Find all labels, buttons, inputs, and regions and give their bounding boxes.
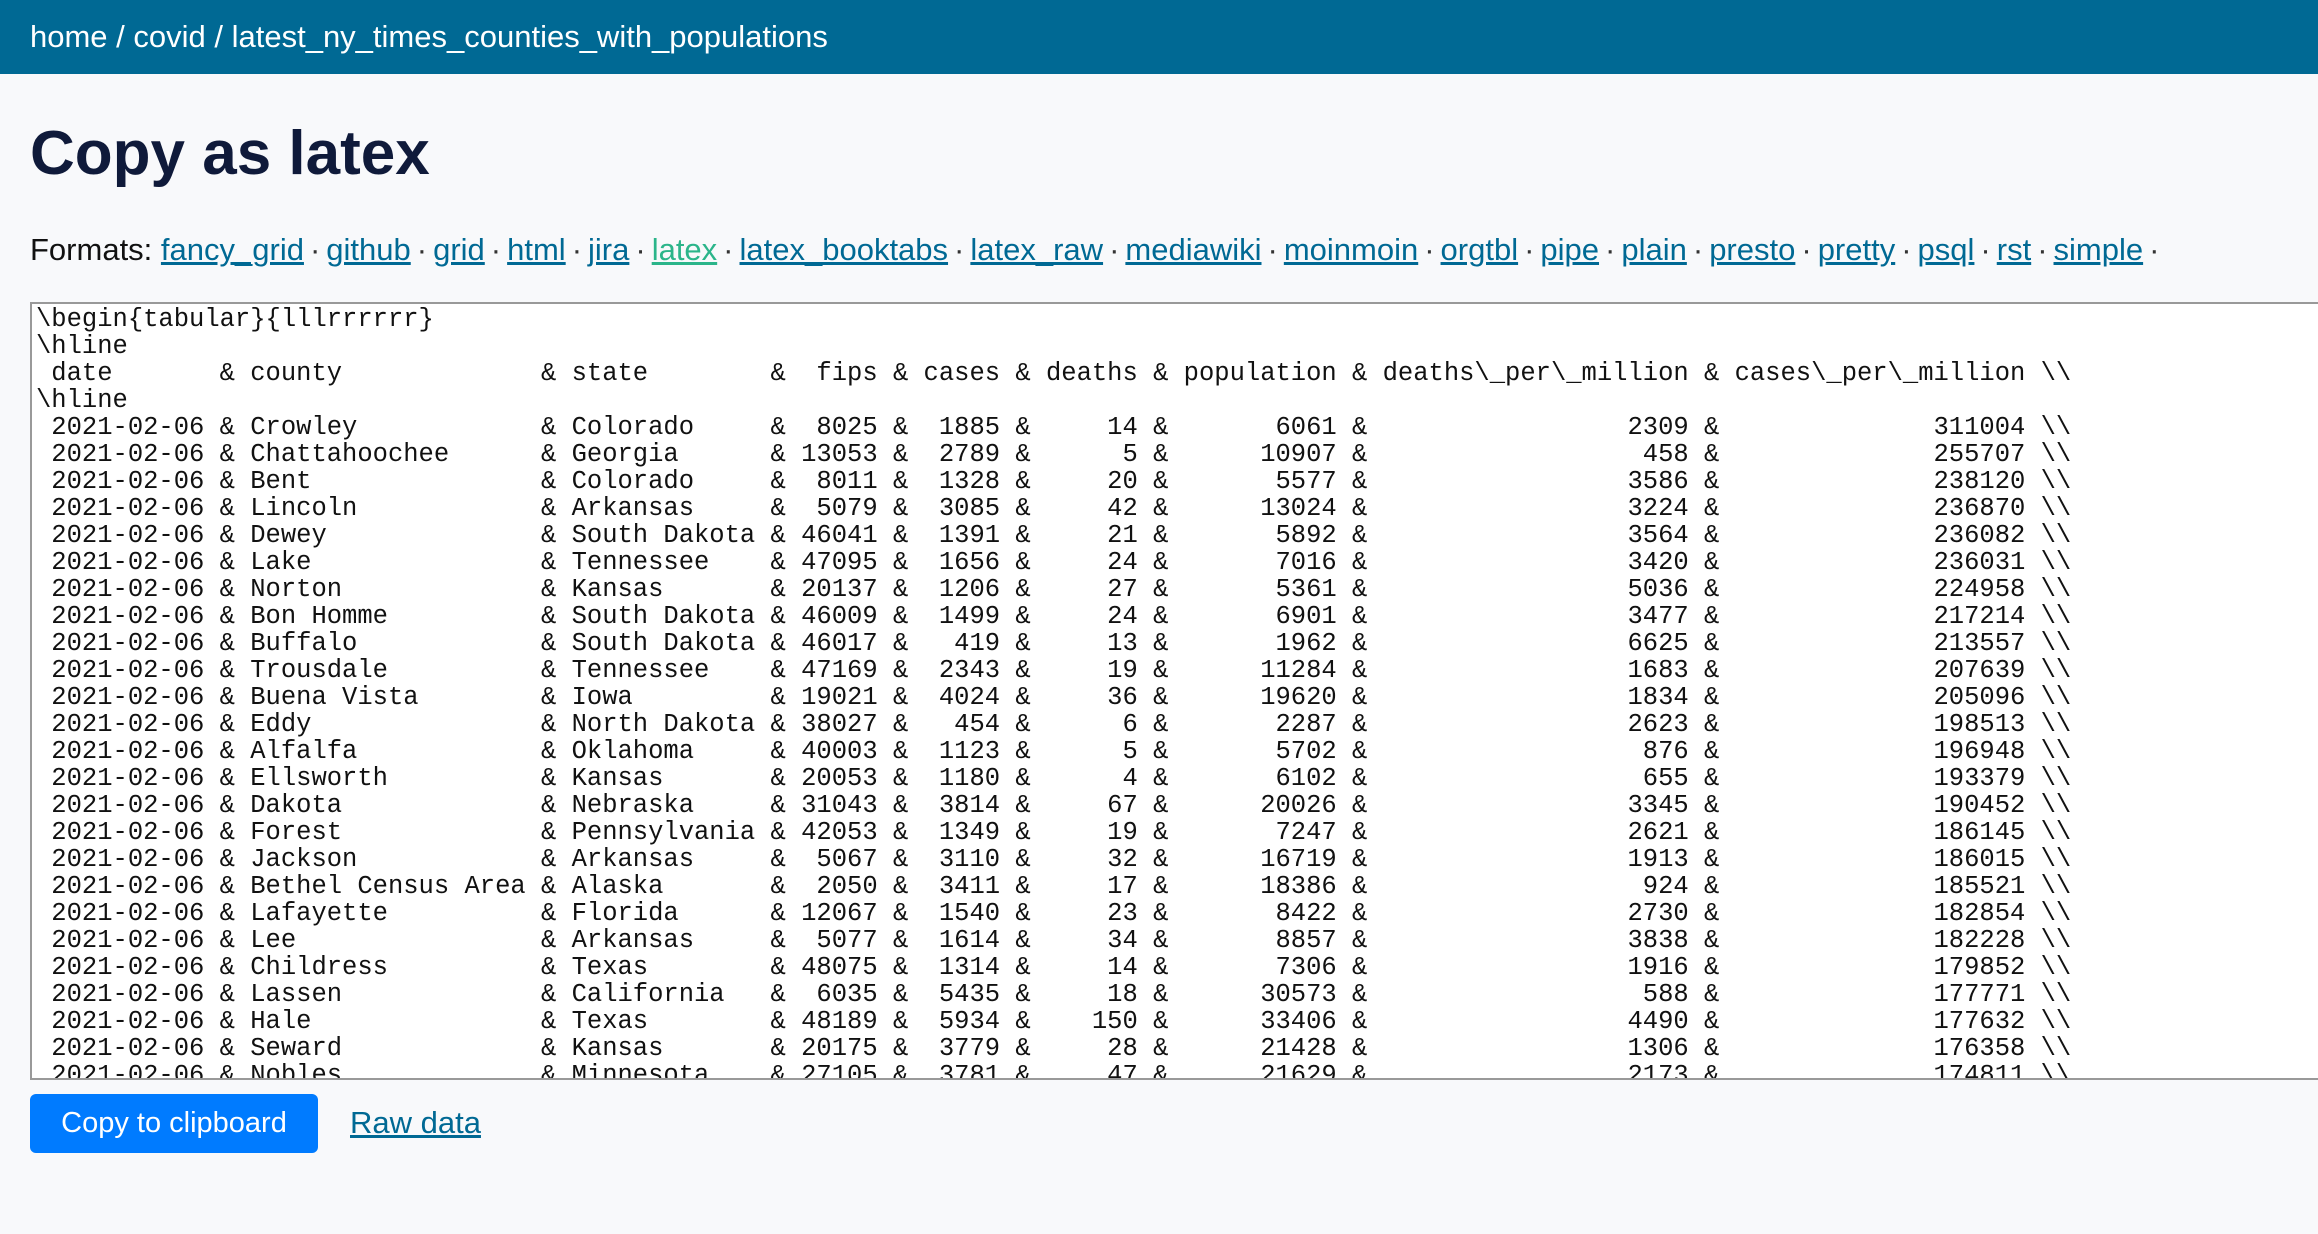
format-link-moinmoin[interactable]: moinmoin	[1284, 232, 1418, 267]
format-link-jira[interactable]: jira	[588, 232, 629, 267]
latex-data-row: 2021-02-06 & Buena Vista & Iowa & 19021 …	[36, 683, 2072, 712]
breadcrumb-separator: /	[107, 19, 134, 54]
breadcrumb: home / covid / latest_ny_times_counties_…	[30, 19, 828, 55]
format-separator: ·	[2149, 232, 2160, 267]
latex-data-row: 2021-02-06 & Alfalfa & Oklahoma & 40003 …	[36, 737, 2072, 766]
format-link-rst[interactable]: rst	[1997, 232, 2031, 267]
latex-data-row: 2021-02-06 & Bethel Census Area & Alaska…	[36, 872, 2072, 901]
format-separator: ·	[1424, 232, 1435, 267]
format-separator: ·	[490, 232, 502, 267]
copy-to-clipboard-button[interactable]: Copy to clipboard	[30, 1094, 318, 1153]
format-separator: ·	[1109, 232, 1120, 267]
latex-data-row: 2021-02-06 & Chattahoochee & Georgia & 1…	[36, 440, 2072, 469]
format-separator: ·	[309, 232, 321, 267]
format-link-plain[interactable]: plain	[1621, 232, 1687, 267]
format-separator: ·	[1267, 232, 1278, 267]
format-separator: ·	[1605, 232, 1616, 267]
latex-data-row: 2021-02-06 & Nobles & Minnesota & 27105 …	[36, 1061, 2072, 1080]
latex-data-row: 2021-02-06 & Bon Homme & South Dakota & …	[36, 602, 2072, 631]
format-separator: ·	[416, 232, 428, 267]
format-separator: ·	[1801, 232, 1812, 267]
latex-data-row: 2021-02-06 & Seward & Kansas & 20175 & 3…	[36, 1034, 2072, 1063]
page-title: Copy as latex	[30, 119, 430, 188]
format-link-orgtbl[interactable]: orgtbl	[1441, 232, 1519, 267]
latex-data-row: 2021-02-06 & Buffalo & South Dakota & 46…	[36, 629, 2072, 658]
breadcrumb-covid[interactable]: covid	[133, 19, 205, 54]
format-separator: ·	[1980, 232, 1991, 267]
breadcrumb-home[interactable]: home	[30, 19, 108, 54]
top-bar: home / covid / latest_ny_times_counties_…	[0, 0, 2318, 74]
formats-label: Formats:	[30, 232, 153, 267]
format-link-github[interactable]: github	[326, 232, 410, 267]
latex-hline: \hline	[36, 386, 128, 415]
format-link-latex-raw[interactable]: latex_raw	[970, 232, 1103, 267]
format-separator: ·	[1524, 232, 1535, 267]
format-link-html[interactable]: html	[507, 232, 566, 267]
latex-data-row: 2021-02-06 & Jackson & Arkansas & 5067 &…	[36, 845, 2072, 874]
latex-data-row: 2021-02-06 & Ellsworth & Kansas & 20053 …	[36, 764, 2072, 793]
format-separator: ·	[723, 232, 734, 267]
latex-data-row: 2021-02-06 & Lassen & California & 6035 …	[36, 980, 2072, 1009]
format-link-presto[interactable]: presto	[1709, 232, 1795, 267]
latex-data-row: 2021-02-06 & Lincoln & Arkansas & 5079 &…	[36, 494, 2072, 523]
latex-data-row: 2021-02-06 & Trousdale & Tennessee & 471…	[36, 656, 2072, 685]
latex-data-row: 2021-02-06 & Lake & Tennessee & 47095 & …	[36, 548, 2072, 577]
latex-output-textarea[interactable]: \begin{tabular}{lllrrrrrr} \hline date & …	[30, 302, 2318, 1080]
format-separator: ·	[635, 232, 646, 267]
formats-list: Formats: fancy_grid · github · grid · html · jir…	[30, 232, 2165, 268]
latex-header-row: date & county & state & fips & cases & d…	[36, 359, 2072, 388]
latex-data-row: 2021-02-06 & Norton & Kansas & 20137 & 1…	[36, 575, 2072, 604]
format-link-mediawiki[interactable]: mediawiki	[1125, 232, 1261, 267]
format-link-pipe[interactable]: pipe	[1540, 232, 1599, 267]
latex-data-row: 2021-02-06 & Bent & Colorado & 8011 & 13…	[36, 467, 2072, 496]
latex-data-row: 2021-02-06 & Dakota & Nebraska & 31043 &…	[36, 791, 2072, 820]
breadcrumb-separator: /	[205, 19, 232, 54]
latex-begin-line: \begin{tabular}{lllrrrrrr}	[36, 305, 434, 334]
format-link-psql[interactable]: psql	[1918, 232, 1975, 267]
format-link-fancy-grid[interactable]: fancy_grid	[161, 232, 304, 267]
format-separator: ·	[954, 232, 965, 267]
breadcrumb-current: latest_ny_times_counties_with_population…	[231, 19, 828, 54]
latex-data-row: 2021-02-06 & Childress & Texas & 48075 &…	[36, 953, 2072, 982]
latex-hline: \hline	[36, 332, 128, 361]
format-separator: ·	[1692, 232, 1704, 267]
latex-data-row: 2021-02-06 & Crowley & Colorado & 8025 &…	[36, 413, 2072, 442]
format-link-latex-booktabs[interactable]: latex_booktabs	[740, 232, 949, 267]
latex-data-row: 2021-02-06 & Forest & Pennsylvania & 420…	[36, 818, 2072, 847]
latex-data-row: 2021-02-06 & Dewey & South Dakota & 4604…	[36, 521, 2072, 550]
format-link-latex[interactable]: latex	[652, 232, 717, 267]
latex-data-row: 2021-02-06 & Lee & Arkansas & 5077 & 161…	[36, 926, 2072, 955]
format-separator: ·	[571, 232, 583, 267]
format-link-grid[interactable]: grid	[433, 232, 485, 267]
format-link-simple[interactable]: simple	[2054, 232, 2144, 267]
format-link-pretty[interactable]: pretty	[1818, 232, 1896, 267]
raw-data-link[interactable]: Raw data	[350, 1105, 481, 1141]
latex-data-row: 2021-02-06 & Eddy & North Dakota & 38027…	[36, 710, 2072, 739]
format-separator: ·	[1901, 232, 1912, 267]
format-separator: ·	[2037, 232, 2048, 267]
latex-data-row: 2021-02-06 & Hale & Texas & 48189 & 5934…	[36, 1007, 2072, 1036]
latex-data-row: 2021-02-06 & Lafayette & Florida & 12067…	[36, 899, 2072, 928]
